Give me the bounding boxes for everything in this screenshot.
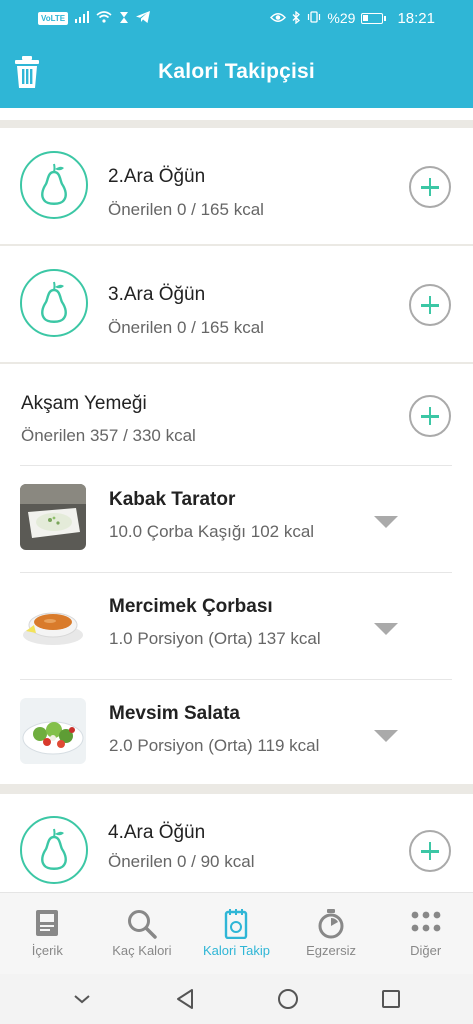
status-left: VoLTE — [38, 11, 151, 26]
tab-icerik[interactable]: İçerik — [0, 893, 95, 974]
home-icon[interactable] — [268, 979, 308, 1019]
status-bar: VoLTE %29 18:21 — [0, 0, 473, 36]
more-dots-icon — [411, 911, 441, 932]
back-icon[interactable] — [165, 979, 205, 1019]
chevron-down-icon[interactable] — [374, 516, 398, 528]
previous-card-edge — [0, 108, 473, 120]
meal-card-dinner: Akşam Yemeği Önerilen 357 / 330 kcal Kab… — [0, 364, 473, 784]
hourglass-icon — [119, 11, 129, 26]
food-name: Mevsim Salata — [109, 703, 240, 724]
chevron-down-icon[interactable] — [374, 730, 398, 742]
tab-label: Diğer — [410, 943, 442, 958]
meal-recommended: Önerilen 357 / 330 kcal — [21, 426, 196, 445]
tab-label: İçerik — [31, 943, 63, 958]
eye-icon — [270, 12, 287, 25]
vibrate-icon — [307, 11, 321, 25]
battery-icon — [361, 12, 387, 24]
tab-kac-kalori[interactable]: Kaç Kalori — [95, 893, 190, 974]
chevron-down-icon[interactable] — [374, 623, 398, 635]
tracker-icon — [225, 909, 248, 939]
search-icon — [127, 910, 157, 939]
add-food-button[interactable] — [409, 395, 451, 437]
signal-icon — [75, 11, 90, 25]
meal-title: 2.Ara Öğün — [108, 166, 206, 187]
tab-label: Kalori Takip — [203, 943, 270, 958]
article-icon — [36, 910, 59, 936]
meal-recommended: Önerilen 0 / 165 kcal — [108, 200, 264, 219]
clock: 18:21 — [397, 9, 435, 27]
add-food-button[interactable] — [409, 284, 451, 326]
tab-kalori-takip[interactable]: Kalori Takip — [189, 893, 284, 974]
battery-percent: %29 — [327, 10, 356, 26]
status-right: %29 18:21 — [270, 10, 435, 27]
pear-icon — [20, 151, 88, 219]
food-photo-kabak-tarator — [20, 484, 86, 550]
food-item[interactable]: Mercimek Çorbası 1.0 Porsiyon (Orta) 137… — [0, 573, 473, 679]
page-title: Kalori Takipçisi — [158, 60, 315, 83]
food-name: Mercimek Çorbası — [109, 596, 273, 617]
meal-card-snack-2[interactable]: 2.Ara Öğün Önerilen 0 / 165 kcal — [0, 128, 473, 244]
trash-icon[interactable] — [10, 54, 44, 90]
food-portion: 2.0 Porsiyon (Orta) 119 kcal — [109, 736, 320, 755]
meal-title: Akşam Yemeği — [21, 393, 147, 414]
stopwatch-icon — [318, 909, 344, 939]
telegram-icon — [136, 11, 151, 25]
food-photo-mercimek-corbasi — [20, 591, 86, 657]
tab-label: Kaç Kalori — [112, 943, 172, 958]
food-portion: 10.0 Çorba Kaşığı 102 kcal — [109, 522, 315, 541]
tab-label: Egzersiz — [306, 943, 356, 958]
pear-icon — [20, 269, 88, 337]
wifi-icon — [96, 11, 112, 25]
app-bar: Kalori Takipçisi — [0, 36, 473, 108]
meal-title: 4.Ara Öğün — [108, 822, 206, 843]
recents-icon[interactable] — [371, 979, 411, 1019]
food-name: Kabak Tarator — [109, 489, 236, 510]
pear-icon — [20, 816, 88, 884]
system-nav-bar — [0, 974, 473, 1024]
volte-badge: VoLTE — [38, 11, 69, 25]
food-item[interactable]: Mevsim Salata 2.0 Porsiyon (Orta) 119 kc… — [0, 680, 473, 786]
tab-egzersiz[interactable]: Egzersiz — [284, 893, 379, 974]
food-item[interactable]: Kabak Tarator 10.0 Çorba Kaşığı 102 kcal — [0, 466, 473, 572]
meal-recommended: Önerilen 0 / 90 kcal — [108, 852, 255, 871]
food-photo-mevsim-salata — [20, 698, 86, 764]
meal-recommended: Önerilen 0 / 165 kcal — [108, 318, 264, 337]
meal-card-snack-4[interactable]: 4.Ara Öğün Önerilen 0 / 90 kcal — [0, 794, 473, 894]
bottom-tab-bar: İçerik Kaç Kalori Kalori Takip Egzersiz — [0, 892, 473, 974]
meal-card-snack-3[interactable]: 3.Ara Öğün Önerilen 0 / 165 kcal — [0, 246, 473, 362]
add-food-button[interactable] — [409, 830, 451, 872]
add-food-button[interactable] — [409, 166, 451, 208]
meal-title: 3.Ara Öğün — [108, 284, 206, 305]
tab-diger[interactable]: Diğer — [378, 893, 473, 974]
food-portion: 1.0 Porsiyon (Orta) 137 kcal — [109, 629, 321, 648]
bluetooth-icon — [292, 10, 301, 26]
chevron-down-icon[interactable] — [62, 979, 102, 1019]
